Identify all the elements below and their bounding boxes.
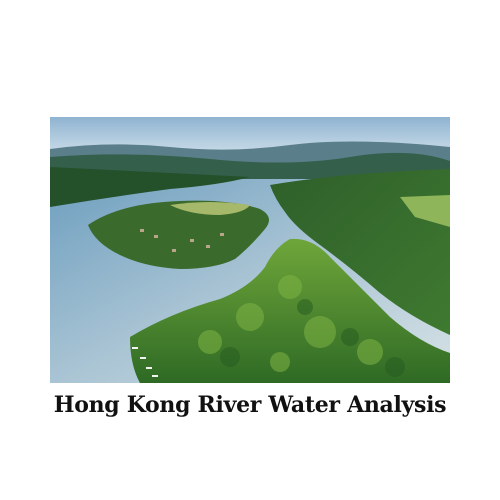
river-landscape-icon (50, 117, 450, 383)
image-caption-title: Hong Kong River Water Analysis (53, 392, 447, 418)
page: Hong Kong River Water Analysis (0, 0, 500, 500)
river-aerial-photo (50, 117, 450, 383)
